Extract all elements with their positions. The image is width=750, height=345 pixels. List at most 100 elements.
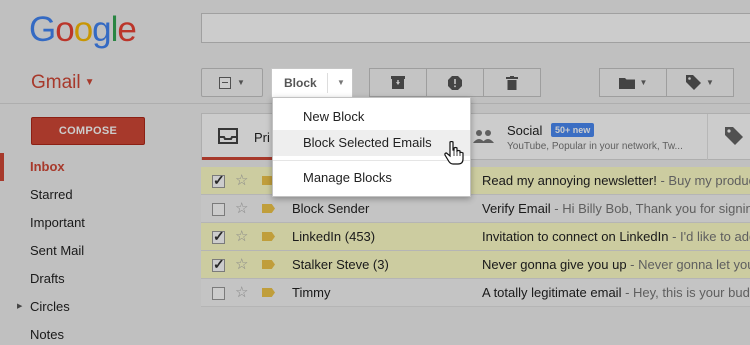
row-checkbox[interactable] (212, 172, 225, 189)
sidebar-item-important[interactable]: Important (0, 209, 190, 237)
move-to-button[interactable]: ▼ (599, 68, 667, 97)
archive-button[interactable] (369, 68, 427, 97)
menu-item-block-selected-emails[interactable]: Block Selected Emails (273, 130, 470, 156)
chevron-down-icon: ▼ (706, 78, 714, 87)
tag-icon (725, 127, 743, 145)
email-subject-text: Read my annoying newsletter! (482, 173, 657, 188)
email-sender: Stalker Steve (3) (292, 257, 389, 272)
label-icon (686, 75, 702, 90)
star-icon[interactable]: ☆ (235, 171, 248, 189)
row-checkbox[interactable] (212, 228, 225, 245)
divider (327, 73, 328, 93)
tab-primary[interactable]: Pri (202, 114, 272, 160)
table-row[interactable]: ☆ Stalker Steve (3) Never gonna give you u… (201, 251, 750, 279)
menu-item-new-block[interactable]: New Block (273, 104, 470, 130)
expand-arrow-icon[interactable]: ▶ (17, 293, 22, 321)
folder-icon (618, 77, 635, 89)
email-sender: Block Sender (292, 201, 370, 216)
email-subject: Never gonna give you up - Never gonna le… (482, 257, 750, 272)
tab-social[interactable]: Social 50+ new YouTube, Popular in your … (467, 114, 707, 160)
sidebar-item-drafts[interactable]: Drafts (0, 265, 190, 293)
tab-promotions[interactable] (707, 114, 750, 160)
logo-letter: g (92, 10, 111, 49)
star-icon[interactable]: ☆ (235, 227, 248, 245)
delete-button[interactable] (483, 68, 541, 97)
sidebar-item-sent-mail[interactable]: Sent Mail (0, 237, 190, 265)
sidebar-item-label: Circles (30, 299, 70, 314)
report-spam-button[interactable] (426, 68, 484, 97)
email-subject-text: Never gonna give you up (482, 257, 627, 272)
block-button-active[interactable]: Block ▼ (271, 68, 353, 97)
email-snippet: - I'd like to add (668, 229, 750, 244)
search-input[interactable] (201, 13, 750, 43)
star-icon[interactable]: ☆ (235, 199, 248, 217)
row-checkbox[interactable] (212, 203, 225, 216)
block-dropdown-menu: New Block Block Selected Emails Manage B… (272, 97, 471, 197)
google-logo[interactable]: Google (29, 10, 137, 50)
table-row[interactable]: ☆ Block Sender Verify Email - Hi Billy Bob… (201, 195, 750, 223)
tab-primary-label: Pri (254, 130, 270, 145)
block-button-label: Block (284, 76, 317, 90)
chevron-down-icon: ▼ (337, 78, 345, 87)
importance-marker-icon[interactable] (262, 260, 275, 269)
people-icon (473, 130, 494, 143)
email-snippet: - Never gonna let you (626, 257, 750, 272)
email-subject-text: A totally legitimate email (482, 285, 622, 300)
gmail-label: Gmail (31, 72, 81, 93)
move-label-group: ▼ ▼ (599, 68, 734, 97)
sidebar-item-starred[interactable]: Starred (0, 181, 190, 209)
trash-icon (506, 75, 518, 90)
labels-button[interactable]: ▼ (666, 68, 734, 97)
sidebar-item-label: Notes (30, 327, 64, 342)
email-subject: Invitation to connect on LinkedIn - I'd … (482, 229, 750, 244)
chevron-down-icon: ▼ (639, 78, 648, 87)
logo-letter: l (110, 10, 119, 49)
star-icon[interactable]: ☆ (235, 255, 248, 273)
select-button[interactable]: ▼ (201, 68, 263, 97)
importance-marker-icon[interactable] (262, 204, 275, 213)
table-row[interactable]: ☆ Timmy A totally legitimate email - Hey, … (201, 279, 750, 307)
table-row[interactable]: ☆ LinkedIn (453) Invitation to connect on … (201, 223, 750, 251)
action-button-group (369, 68, 541, 97)
select-checkbox-icon (219, 76, 232, 89)
email-sender: LinkedIn (453) (292, 229, 376, 244)
tab-social-label: Social (507, 123, 543, 138)
sidebar-item-label: Important (30, 215, 85, 230)
importance-marker-icon[interactable] (262, 288, 275, 297)
tab-social-snippet: YouTube, Popular in your network, Tw... (507, 141, 683, 152)
email-snippet: - Buy my product (656, 173, 750, 188)
hand-cursor-icon (444, 141, 464, 165)
email-subject: A totally legitimate email - Hey, this i… (482, 285, 750, 300)
row-checkbox[interactable] (212, 256, 225, 273)
importance-marker-icon[interactable] (262, 232, 275, 241)
chevron-down-icon: ▼ (84, 77, 95, 89)
star-icon[interactable]: ☆ (235, 283, 248, 301)
email-sender: Timmy (292, 285, 331, 300)
email-subject-text: Invitation to connect on LinkedIn (482, 229, 669, 244)
report-spam-icon (448, 75, 462, 90)
sidebar-item-label: Starred (30, 187, 73, 202)
sidebar-item-circles[interactable]: ▶ Circles (0, 293, 190, 321)
sidebar-item-notes[interactable]: Notes (0, 321, 190, 345)
logo-letter: e (117, 10, 136, 49)
email-subject-text: Verify Email (482, 201, 551, 216)
email-snippet: - Hi Billy Bob, Thank you for signing (550, 201, 750, 216)
sidebar-item-inbox[interactable]: Inbox (0, 153, 190, 181)
sidebar-nav: Inbox Starred Important Sent Mail Drafts ▶ Cir… (0, 153, 190, 345)
sidebar-item-label: Drafts (30, 271, 65, 286)
inbox-icon (218, 128, 238, 144)
sidebar-item-label: Inbox (30, 159, 65, 174)
gmail-app-switcher[interactable]: Gmail ▼ (31, 72, 95, 94)
logo-letter: o (55, 10, 74, 49)
new-count-badge: 50+ new (551, 123, 595, 137)
compose-button[interactable]: COMPOSE (31, 117, 145, 145)
logo-letter: G (29, 10, 56, 49)
chevron-down-icon: ▼ (237, 78, 245, 87)
sidebar-item-label: Sent Mail (30, 243, 85, 258)
email-subject: Verify Email - Hi Billy Bob, Thank you f… (482, 201, 750, 216)
email-subject: Read my annoying newsletter! - Buy my pr… (482, 173, 750, 188)
logo-letter: o (73, 10, 93, 49)
menu-item-manage-blocks[interactable]: Manage Blocks (273, 165, 470, 191)
row-checkbox[interactable] (212, 287, 225, 300)
top-header: Google (0, 0, 750, 60)
